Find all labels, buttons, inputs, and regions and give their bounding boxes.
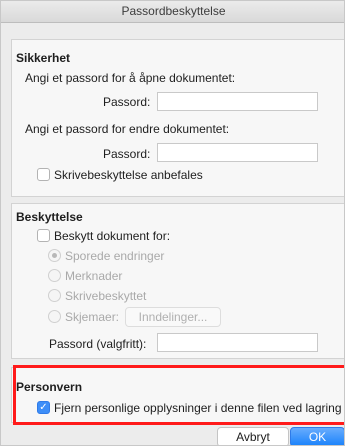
protection-heading: Beskyttelse <box>16 210 83 224</box>
cancel-button[interactable]: Avbryt <box>217 427 289 445</box>
readonly-recommended-checkbox[interactable] <box>37 168 50 181</box>
open-password-field[interactable] <box>157 92 318 111</box>
modify-password-prompt: Angi et passord for endre dokumentet: <box>25 122 230 136</box>
optional-password-field[interactable] <box>157 333 318 352</box>
window-title: Passordbeskyttelse <box>1 1 344 23</box>
optional-password-label: Passord (valgfritt): <box>49 337 147 351</box>
password-protection-dialog: Passordbeskyttelse Sikkerhet Angi et pas… <box>0 0 345 446</box>
open-password-prompt: Angi et passord for å åpne dokumentet: <box>25 71 236 85</box>
open-password-label: Passord: <box>103 95 151 109</box>
radio-tracked-changes-label: Sporede endringer <box>65 249 165 263</box>
modify-password-label: Passord: <box>103 147 151 161</box>
optional-password-input[interactable] <box>158 334 317 351</box>
radio-comments-label: Merknader <box>65 269 123 283</box>
radio-read-only-label: Skrivebeskyttet <box>65 289 147 303</box>
ok-button[interactable]: OK <box>290 427 344 445</box>
protect-document-checkbox[interactable] <box>37 229 50 242</box>
open-password-input[interactable] <box>158 93 317 110</box>
modify-password-input[interactable] <box>158 144 317 161</box>
radio-forms[interactable] <box>48 310 61 323</box>
readonly-recommended-label[interactable]: Skrivebeskyttelse anbefales <box>54 168 203 182</box>
highlight-box <box>13 365 344 425</box>
modify-password-field[interactable] <box>157 143 318 162</box>
protect-document-label[interactable]: Beskytt dokument for: <box>54 229 170 243</box>
security-heading: Sikkerhet <box>16 51 71 65</box>
radio-comments[interactable] <box>48 269 61 282</box>
radio-read-only[interactable] <box>48 289 61 302</box>
radio-tracked-changes[interactable] <box>48 249 61 262</box>
sections-button[interactable]: Inndelinger... <box>125 307 221 327</box>
radio-forms-label: Skjemaer: <box>65 310 120 324</box>
